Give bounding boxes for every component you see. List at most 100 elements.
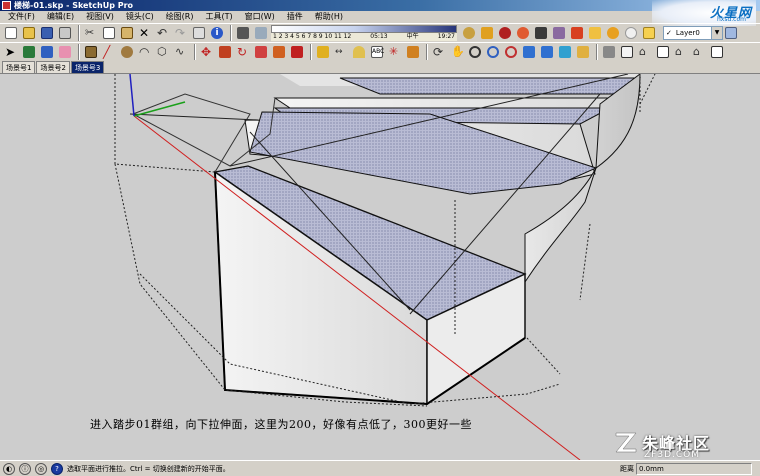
right-view-button[interactable]: ⌂ — [673, 44, 689, 60]
copy-button[interactable] — [101, 25, 117, 41]
axes-tool-icon: ✳ — [389, 45, 399, 58]
section-plane-button[interactable] — [641, 25, 657, 41]
dimension-tool-button[interactable]: ↔ — [333, 44, 349, 60]
model-viewport[interactable]: 进入踏步01群组，向下拉伸面，这里为200，好像有点低了，300更好一些 朱峰社… — [0, 74, 760, 460]
dimension-button[interactable] — [587, 25, 603, 41]
toolbar-separator — [310, 44, 312, 60]
menu-camera[interactable]: 镜头(C) — [120, 11, 160, 23]
component-button[interactable] — [515, 25, 531, 41]
text-icon: ABC — [371, 46, 384, 58]
undo-button[interactable]: ↶ — [155, 25, 171, 41]
text-tool-button[interactable]: ABC — [369, 44, 385, 60]
iso-view-button[interactable] — [619, 44, 635, 60]
eraser-button[interactable] — [57, 44, 73, 60]
scene-tab-3[interactable]: 场景号3 — [70, 61, 105, 73]
model-info-button[interactable]: i — [209, 25, 225, 41]
pan-tool-button[interactable]: ✋ — [449, 44, 465, 60]
orbit-tool-button[interactable]: ⟳ — [431, 44, 447, 60]
menu-edit[interactable]: 编辑(E) — [41, 11, 80, 23]
freehand-tool-button[interactable]: ∿ — [173, 44, 189, 60]
print-preview-button[interactable] — [191, 25, 207, 41]
right-view-icon: ⌂ — [675, 45, 682, 58]
new-button[interactable] — [3, 25, 19, 41]
tape-measure-tool-button[interactable] — [315, 44, 331, 60]
rotate-tool-button[interactable]: ↻ — [235, 44, 251, 60]
open-icon — [23, 27, 35, 39]
x-ray-button[interactable] — [623, 25, 639, 41]
zoom-tool-button[interactable] — [467, 44, 483, 60]
menu-window[interactable]: 窗口(W) — [239, 11, 281, 23]
face-style-icon — [535, 27, 547, 39]
rectangle-tool-button[interactable] — [83, 44, 99, 60]
left-view-button[interactable] — [709, 44, 725, 60]
menu-plugins[interactable]: 插件 — [281, 11, 309, 23]
face-style-button[interactable] — [533, 25, 549, 41]
share-model-button[interactable] — [479, 25, 495, 41]
next-view-button[interactable] — [539, 44, 555, 60]
erase-button[interactable]: ✕ — [137, 25, 153, 41]
3d-text-icon — [407, 46, 419, 58]
front-view-button[interactable] — [655, 44, 671, 60]
x-ray-icon — [625, 27, 637, 39]
line-tool-button[interactable]: ╱ — [101, 44, 117, 60]
cut-button[interactable]: ✂ — [83, 25, 99, 41]
google-earth-button[interactable] — [497, 25, 513, 41]
axes-button[interactable] — [551, 25, 567, 41]
toolbar-separator — [194, 44, 196, 60]
help-icon[interactable]: ? — [51, 462, 63, 475]
credits-icon[interactable]: ⓘ — [19, 462, 31, 475]
menu-draw[interactable]: 绘图(R) — [160, 11, 200, 23]
axes-tool-button[interactable]: ✳ — [387, 44, 403, 60]
offset-tool-button[interactable] — [289, 44, 305, 60]
get-models-button[interactable] — [461, 25, 477, 41]
shadow-settings-button[interactable] — [253, 25, 269, 41]
paint-bucket-button[interactable] — [39, 44, 55, 60]
window-title: 楼梯-01.skp - SketchUp Pro — [14, 1, 134, 10]
menu-help[interactable]: 帮助(H) — [309, 11, 349, 23]
upper-step-tread-2[interactable] — [339, 77, 641, 95]
polygon-tool-button[interactable]: ⬡ — [155, 44, 171, 60]
chevron-down-icon[interactable]: ▼ — [711, 27, 722, 39]
select-tool-button[interactable]: ➤ — [3, 44, 19, 60]
layers-manager-button[interactable] — [723, 25, 739, 41]
walk-tool-button[interactable] — [575, 44, 591, 60]
geo-location-icon[interactable]: ◐ — [3, 462, 15, 475]
step3-riser[interactable] — [273, 97, 631, 109]
section-button[interactable] — [569, 25, 585, 41]
menu-view[interactable]: 视图(V) — [80, 11, 120, 23]
move-tool-button[interactable]: ✥ — [199, 44, 215, 60]
push-pull-icon — [219, 46, 231, 58]
new-icon — [5, 27, 17, 39]
arc-tool-button[interactable]: ◠ — [137, 44, 153, 60]
menu-file[interactable]: 文件(F) — [2, 11, 41, 23]
layer-dropdown[interactable]: ✓ Layer0 ▼ — [663, 26, 723, 40]
materials-button[interactable] — [605, 25, 621, 41]
push-pull-tool-button[interactable] — [217, 44, 233, 60]
position-camera-tool-button[interactable] — [557, 44, 573, 60]
protractor-tool-button[interactable] — [351, 44, 367, 60]
previous-view-button[interactable] — [521, 44, 537, 60]
back-view-button[interactable]: ⌂ — [691, 44, 707, 60]
measurements-input[interactable]: 0.0mm — [636, 462, 752, 475]
shadow-settings-icon — [255, 27, 267, 39]
shadow-time-slider[interactable]: 1 2 3 4 5 6 7 8 9 10 11 12 05:13 中午 19:2… — [271, 25, 457, 41]
menu-tools[interactable]: 工具(T) — [200, 11, 239, 23]
circle-tool-button[interactable] — [119, 44, 135, 60]
zoom-window-tool-button[interactable] — [485, 44, 501, 60]
paste-button[interactable] — [119, 25, 135, 41]
print-button[interactable] — [57, 25, 73, 41]
redo-button[interactable]: ↷ — [173, 25, 189, 41]
scene-tab-2[interactable]: 场景号2 — [36, 61, 70, 73]
look-around-tool-button[interactable] — [601, 44, 617, 60]
shadow-toggle-button[interactable] — [235, 25, 251, 41]
top-view-button[interactable]: ⌂ — [637, 44, 653, 60]
make-component-button[interactable] — [21, 44, 37, 60]
shadow-month-slider[interactable] — [271, 25, 457, 33]
scene-tab-1[interactable]: 场景号1 — [2, 61, 36, 73]
open-button[interactable] — [21, 25, 37, 41]
scale-tool-button[interactable] — [271, 44, 287, 60]
3d-text-tool-button[interactable] — [405, 44, 421, 60]
save-button[interactable] — [39, 25, 55, 41]
follow-me-tool-button[interactable] — [253, 44, 269, 60]
zoom-extents-tool-button[interactable] — [503, 44, 519, 60]
